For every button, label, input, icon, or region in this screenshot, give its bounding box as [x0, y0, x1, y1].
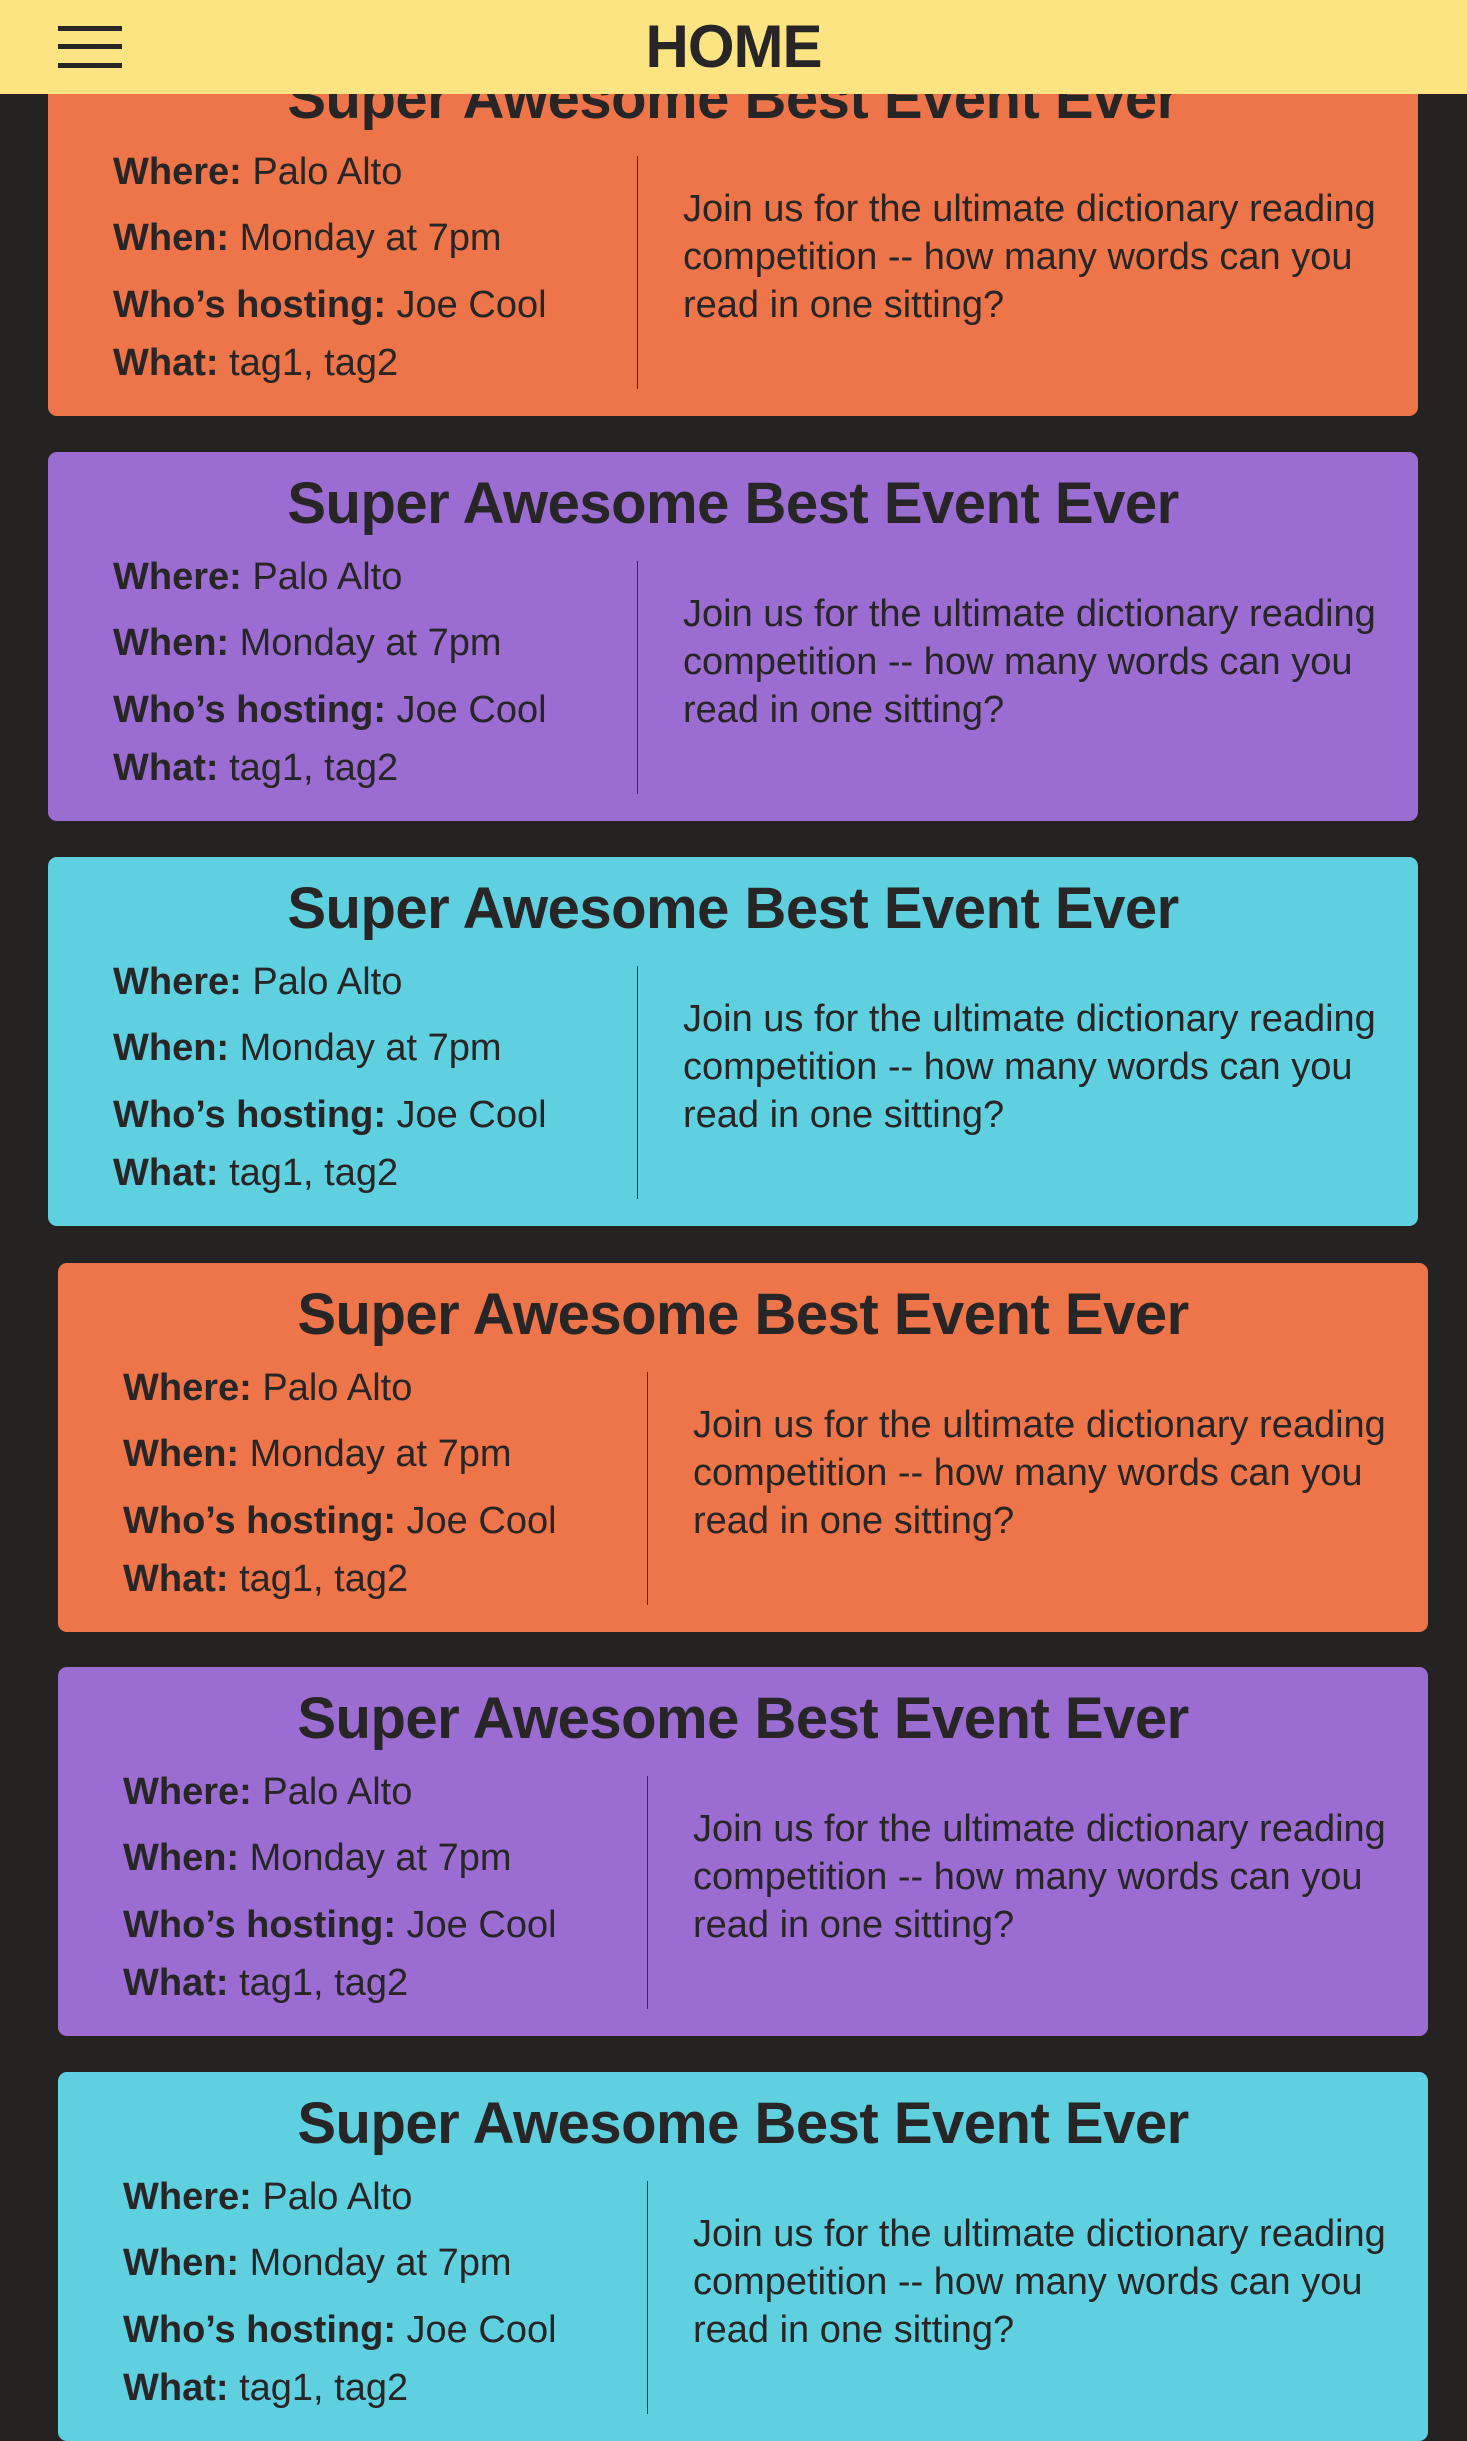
- when-label: When:: [113, 217, 230, 259]
- event-host: Who’s hosting: Joe Cool: [113, 284, 547, 327]
- host-value: Joe Cool: [396, 1094, 547, 1136]
- event-card[interactable]: Super Awesome Best Event Ever Where: Pal…: [48, 452, 1418, 821]
- host-value: Joe Cool: [396, 284, 547, 326]
- what-label: What:: [123, 1962, 229, 2004]
- event-card[interactable]: Super Awesome Best Event Ever Where: Pal…: [48, 857, 1418, 1226]
- when-label: When:: [123, 1433, 240, 1475]
- event-where: Where: Palo Alto: [123, 1367, 412, 1410]
- event-host: Who’s hosting: Joe Cool: [123, 1500, 557, 1543]
- page-title: HOME: [645, 13, 823, 80]
- event-title: Super Awesome Best Event Ever: [297, 2091, 1189, 2156]
- what-value: tag1, tag2: [239, 1558, 409, 1600]
- where-value: Palo Alto: [262, 1367, 413, 1409]
- when-value: Monday at 7pm: [249, 1837, 512, 1879]
- host-value: Joe Cool: [406, 1904, 557, 1946]
- host-value: Joe Cool: [406, 1500, 557, 1542]
- event-where: Where: Palo Alto: [113, 151, 402, 194]
- event-description: Join us for the ultimate dictionary read…: [683, 188, 1376, 326]
- event-description: Join us for the ultimate dictionary read…: [683, 998, 1376, 1136]
- event-description: Join us for the ultimate dictionary read…: [693, 2213, 1386, 2351]
- event-when: When: Monday at 7pm: [123, 1837, 512, 1880]
- event-where: Where: Palo Alto: [123, 1771, 412, 1814]
- what-value: tag1, tag2: [229, 342, 399, 384]
- what-value: tag1, tag2: [239, 1962, 409, 2004]
- column-divider: [647, 2181, 648, 2414]
- event-where: Where: Palo Alto: [113, 556, 402, 599]
- when-label: When:: [113, 622, 230, 664]
- event-title: Super Awesome Best Event Ever: [287, 471, 1179, 536]
- event-title: Super Awesome Best Event Ever: [297, 1686, 1189, 1751]
- event-host: Who’s hosting: Joe Cool: [113, 1094, 547, 1137]
- event-where: Where: Palo Alto: [123, 2176, 412, 2219]
- event-when: When: Monday at 7pm: [113, 622, 502, 665]
- event-title: Super Awesome Best Event Ever: [287, 876, 1179, 941]
- event-title: Super Awesome Best Event Ever: [297, 1282, 1189, 1347]
- host-value: Joe Cool: [396, 689, 547, 731]
- host-label: Who’s hosting:: [113, 1094, 386, 1136]
- top-app-bar: HOME: [0, 0, 1467, 94]
- what-label: What:: [113, 747, 219, 789]
- host-value: Joe Cool: [406, 2309, 557, 2351]
- host-label: Who’s hosting:: [123, 1500, 396, 1542]
- where-label: Where:: [123, 1367, 252, 1409]
- what-value: tag1, tag2: [239, 2367, 409, 2409]
- event-card[interactable]: Super Awesome Best Event Ever Where: Pal…: [58, 2072, 1428, 2441]
- where-label: Where:: [113, 151, 242, 193]
- where-value: Palo Alto: [252, 961, 403, 1003]
- when-value: Monday at 7pm: [249, 2242, 512, 2284]
- event-tags: What: tag1, tag2: [123, 2367, 408, 2410]
- event-tags: What: tag1, tag2: [113, 342, 398, 385]
- event-tags: What: tag1, tag2: [113, 1152, 398, 1195]
- when-label: When:: [113, 1027, 230, 1069]
- host-label: Who’s hosting:: [123, 1904, 396, 1946]
- event-tags: What: tag1, tag2: [113, 747, 398, 790]
- event-description: Join us for the ultimate dictionary read…: [693, 1808, 1386, 1946]
- where-value: Palo Alto: [252, 556, 403, 598]
- column-divider: [637, 561, 638, 794]
- event-tags: What: tag1, tag2: [123, 1558, 408, 1601]
- where-label: Where:: [113, 556, 242, 598]
- event-when: When: Monday at 7pm: [113, 1027, 502, 1070]
- column-divider: [637, 156, 638, 389]
- column-divider: [637, 966, 638, 1199]
- when-value: Monday at 7pm: [239, 217, 502, 259]
- where-label: Where:: [113, 961, 242, 1003]
- event-when: When: Monday at 7pm: [123, 1433, 512, 1476]
- event-when: When: Monday at 7pm: [113, 217, 502, 260]
- event-host: Who’s hosting: Joe Cool: [123, 1904, 557, 1947]
- column-divider: [647, 1776, 648, 2009]
- where-value: Palo Alto: [262, 2176, 413, 2218]
- what-value: tag1, tag2: [229, 747, 399, 789]
- what-value: tag1, tag2: [229, 1152, 399, 1194]
- where-value: Palo Alto: [262, 1771, 413, 1813]
- when-value: Monday at 7pm: [239, 622, 502, 664]
- event-host: Who’s hosting: Joe Cool: [123, 2309, 557, 2352]
- what-label: What:: [123, 2367, 229, 2409]
- what-label: What:: [123, 1558, 229, 1600]
- host-label: Who’s hosting:: [123, 2309, 396, 2351]
- when-value: Monday at 7pm: [249, 1433, 512, 1475]
- column-divider: [647, 1372, 648, 1605]
- event-when: When: Monday at 7pm: [123, 2242, 512, 2285]
- where-label: Where:: [123, 2176, 252, 2218]
- where-label: Where:: [123, 1771, 252, 1813]
- what-label: What:: [113, 342, 219, 384]
- event-card[interactable]: Super Awesome Best Event Ever Where: Pal…: [58, 1667, 1428, 2036]
- host-label: Who’s hosting:: [113, 284, 386, 326]
- when-label: When:: [123, 1837, 240, 1879]
- event-tags: What: tag1, tag2: [123, 1962, 408, 2005]
- when-value: Monday at 7pm: [239, 1027, 502, 1069]
- event-where: Where: Palo Alto: [113, 961, 402, 1004]
- event-card[interactable]: Super Awesome Best Event Ever Where: Pal…: [48, 47, 1418, 416]
- event-description: Join us for the ultimate dictionary read…: [683, 593, 1376, 731]
- when-label: When:: [123, 2242, 240, 2284]
- event-description: Join us for the ultimate dictionary read…: [693, 1404, 1386, 1542]
- event-card[interactable]: Super Awesome Best Event Ever Where: Pal…: [58, 1263, 1428, 1632]
- what-label: What:: [113, 1152, 219, 1194]
- event-host: Who’s hosting: Joe Cool: [113, 689, 547, 732]
- host-label: Who’s hosting:: [113, 689, 386, 731]
- where-value: Palo Alto: [252, 151, 403, 193]
